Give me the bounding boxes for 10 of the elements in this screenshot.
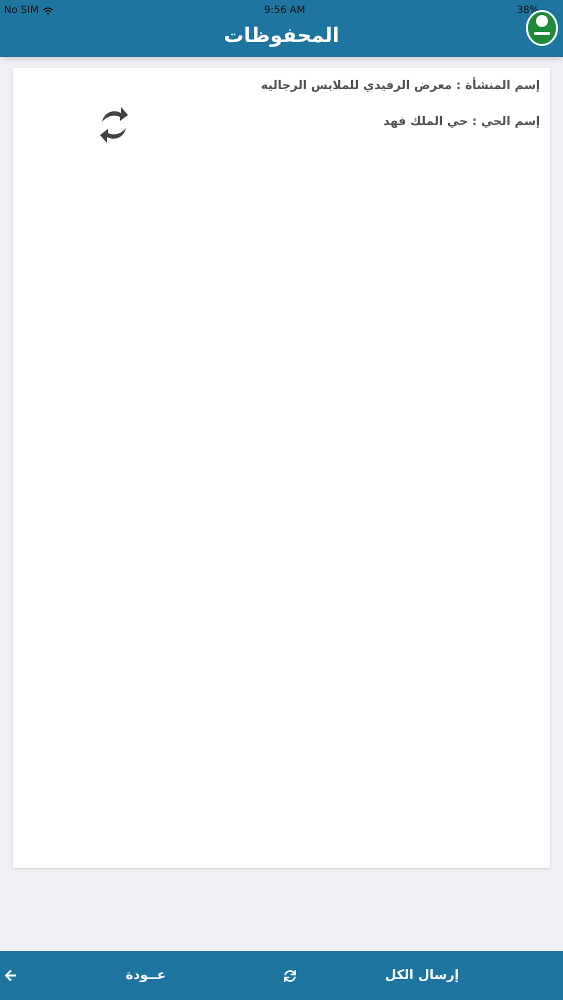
- back-arrow-icon[interactable]: [4, 969, 17, 982]
- wifi-icon: [42, 6, 53, 16]
- record-line: إسم الحي : حي الملك فهد: [382, 113, 540, 130]
- carrier-label: No SIM: [4, 4, 39, 18]
- back-button[interactable]: عــودة: [126, 966, 166, 986]
- clock-label: 9:56 AM: [264, 4, 306, 18]
- record-line: إسم المنشأة : معرض الرفيدي للملابس الرجاليه: [260, 76, 540, 94]
- sync-icon[interactable]: [284, 970, 296, 982]
- page-title: المحفوظات: [224, 22, 340, 49]
- send-all-button[interactable]: إرسال الكل: [385, 966, 459, 986]
